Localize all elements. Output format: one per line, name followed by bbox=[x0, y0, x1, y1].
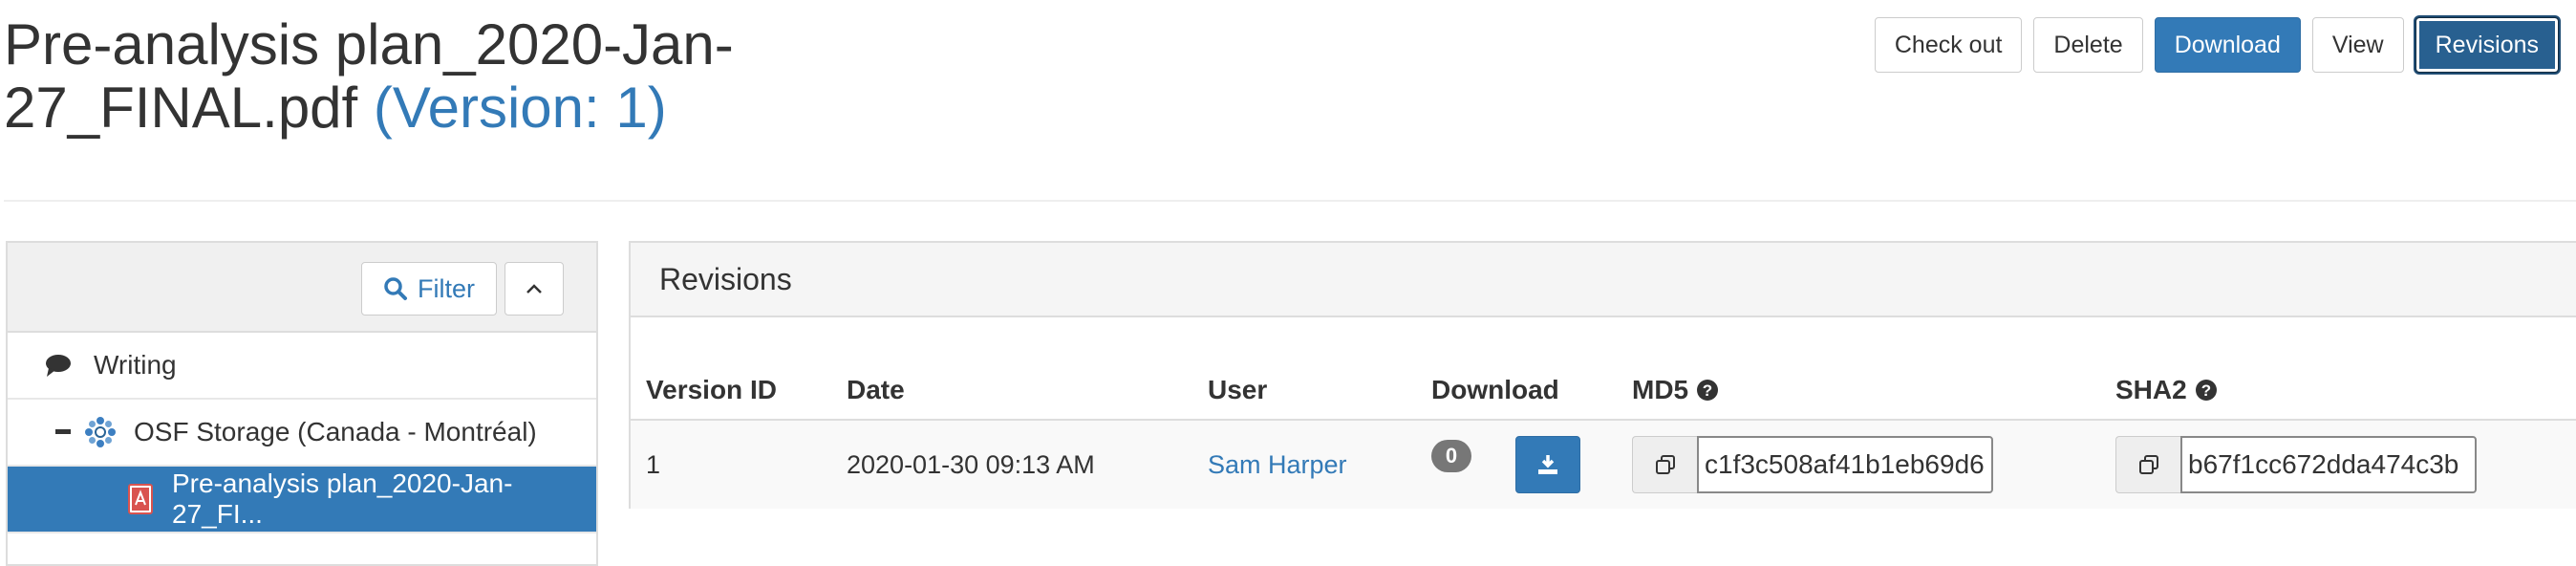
col-sha2-label: SHA2 bbox=[2115, 375, 2187, 404]
header-divider bbox=[4, 200, 2576, 202]
checkout-button[interactable]: Check out bbox=[1874, 17, 2023, 73]
tree-item-label: Pre-analysis plan_2020-Jan-27_FI... bbox=[172, 468, 513, 529]
pdf-icon bbox=[128, 484, 153, 514]
copy-icon bbox=[2137, 453, 2160, 476]
revisions-panel: Revisions Version ID Date User Download … bbox=[629, 241, 2576, 509]
filter-button[interactable]: Filter bbox=[361, 262, 497, 316]
copy-sha2-button[interactable] bbox=[2115, 436, 2180, 493]
copy-md5-button[interactable] bbox=[1632, 436, 1697, 493]
tree-item-writing[interactable]: Writing bbox=[8, 333, 596, 400]
cell-version-id: 1 bbox=[646, 449, 661, 479]
svg-text:?: ? bbox=[2201, 381, 2211, 400]
version-label: (Version: 1) bbox=[373, 76, 667, 140]
revisions-panel-title: Revisions bbox=[631, 243, 2576, 317]
col-sha2: SHA2 ? bbox=[2115, 361, 2218, 419]
sha2-field[interactable]: b67f1cc672dda474c3b bbox=[2180, 436, 2477, 493]
col-md5: MD5 ? bbox=[1632, 361, 1719, 419]
download-count-badge: 0 bbox=[1431, 440, 1471, 472]
user-link[interactable]: Sam Harper bbox=[1208, 421, 1347, 509]
cell-date: 2020-01-30 09:13 AM bbox=[847, 449, 1095, 479]
tree-item-osf-storage[interactable]: OSF Storage (Canada - Montréal) bbox=[8, 400, 596, 467]
table-row: 1 2020-01-30 09:13 AM Sam Harper 0 c1f3c… bbox=[631, 421, 2576, 509]
tree-item-label: Writing bbox=[94, 350, 177, 380]
sha2-copy-group: b67f1cc672dda474c3b bbox=[2115, 436, 2477, 493]
col-version-id: Version ID bbox=[646, 375, 777, 404]
download-button[interactable]: Download bbox=[2154, 17, 2301, 73]
col-date: Date bbox=[847, 375, 905, 404]
col-md5-label: MD5 bbox=[1632, 375, 1689, 404]
collapse-minus-icon[interactable] bbox=[55, 429, 71, 435]
tree-item-pdf-file[interactable]: Pre-analysis plan_2020-Jan-27_FI... bbox=[8, 467, 596, 533]
md5-field[interactable]: c1f3c508af41b1eb69d6 bbox=[1697, 436, 1993, 493]
md5-copy-group: c1f3c508af41b1eb69d6 bbox=[1632, 436, 1993, 493]
comment-icon bbox=[44, 353, 73, 378]
storage-icon bbox=[84, 416, 117, 448]
revisions-table-header: Version ID Date User Download MD5 ? SHA2… bbox=[631, 361, 2576, 422]
col-user: User bbox=[1208, 375, 1268, 404]
search-icon bbox=[383, 276, 408, 301]
copy-icon bbox=[1654, 453, 1677, 476]
file-title: Pre-analysis plan_2020-Jan-27_FINAL.pdf … bbox=[4, 13, 768, 140]
file-tree-panel: Filter Writing OSF Storage (Canada - Mon… bbox=[6, 241, 598, 566]
delete-button[interactable]: Delete bbox=[2033, 17, 2143, 73]
view-button[interactable]: View bbox=[2311, 17, 2404, 73]
filter-label: Filter bbox=[418, 273, 475, 303]
svg-text:?: ? bbox=[1703, 381, 1712, 400]
file-tree-toolbar: Filter bbox=[8, 243, 596, 333]
tree-item-label: OSF Storage (Canada - Montréal) bbox=[134, 417, 537, 446]
col-download: Download bbox=[1431, 375, 1559, 404]
chevron-up-icon bbox=[525, 282, 544, 295]
collapse-tree-button[interactable] bbox=[504, 262, 564, 316]
download-icon bbox=[1536, 453, 1559, 476]
download-version-button[interactable] bbox=[1515, 436, 1580, 493]
file-actions-toolbar: Check out Delete Download View Revisions bbox=[1874, 17, 2559, 73]
help-icon[interactable]: ? bbox=[2195, 379, 2218, 402]
cell-download-count: 0 bbox=[1431, 421, 1471, 509]
help-icon[interactable]: ? bbox=[1696, 379, 1719, 402]
revisions-button[interactable]: Revisions bbox=[2415, 17, 2559, 73]
